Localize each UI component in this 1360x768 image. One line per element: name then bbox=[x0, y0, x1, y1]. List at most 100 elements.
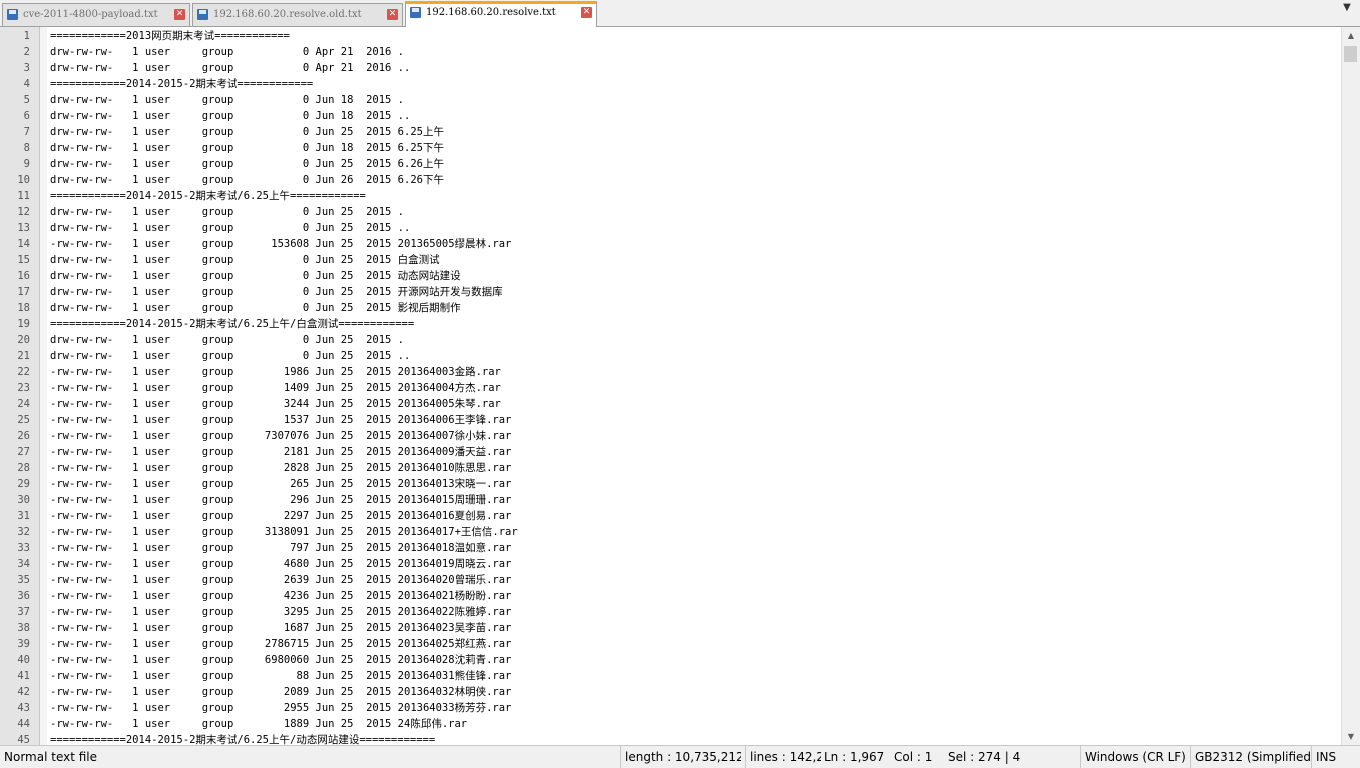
line-text[interactable]: -rw-rw-rw- 1 user group 4680 Jun 25 2015… bbox=[50, 556, 511, 572]
editor-line[interactable]: 12 drw-rw-rw- 1 user group 0 Jun 25 2015 … bbox=[0, 204, 1341, 220]
line-text[interactable]: -rw-rw-rw- 1 user group 1986 Jun 25 2015… bbox=[50, 364, 501, 380]
editor-line[interactable]: 27 -rw-rw-rw- 1 user group 2181 Jun 25 20… bbox=[0, 444, 1341, 460]
line-text[interactable]: -rw-rw-rw- 1 user group 153608 Jun 25 20… bbox=[50, 236, 511, 252]
editor-line[interactable]: 20 drw-rw-rw- 1 user group 0 Jun 25 2015 … bbox=[0, 332, 1341, 348]
text-editor[interactable]: 1 ============2013网页期末考试============ 2 drw-… bbox=[0, 27, 1341, 745]
line-text[interactable]: drw-rw-rw- 1 user group 0 Jun 25 2015 影视… bbox=[50, 300, 461, 316]
editor-line[interactable]: 5 drw-rw-rw- 1 user group 0 Jun 18 2015 . bbox=[0, 92, 1341, 108]
status-eol[interactable]: Windows (CR LF) bbox=[1080, 746, 1186, 768]
editor-line[interactable]: 45 ============2014-2015-2期末考试/6.25上午/动态网… bbox=[0, 732, 1341, 745]
line-text[interactable]: -rw-rw-rw- 1 user group 3138091 Jun 25 2… bbox=[50, 524, 518, 540]
line-text[interactable]: drw-rw-rw- 1 user group 0 Jun 18 2015 6.… bbox=[50, 140, 444, 156]
line-text[interactable]: -rw-rw-rw- 1 user group 2639 Jun 25 2015… bbox=[50, 572, 511, 588]
editor-line[interactable]: 34 -rw-rw-rw- 1 user group 4680 Jun 25 20… bbox=[0, 556, 1341, 572]
close-tab-icon[interactable]: ✕ bbox=[581, 7, 592, 18]
line-text[interactable]: drw-rw-rw- 1 user group 0 Jun 18 2015 .. bbox=[50, 108, 410, 124]
editor-line[interactable]: 7 drw-rw-rw- 1 user group 0 Jun 25 2015 6… bbox=[0, 124, 1341, 140]
editor-line[interactable]: 13 drw-rw-rw- 1 user group 0 Jun 25 2015 … bbox=[0, 220, 1341, 236]
editor-line[interactable]: 41 -rw-rw-rw- 1 user group 88 Jun 25 2015… bbox=[0, 668, 1341, 684]
editor-line[interactable]: 21 drw-rw-rw- 1 user group 0 Jun 25 2015 … bbox=[0, 348, 1341, 364]
editor-line[interactable]: 29 -rw-rw-rw- 1 user group 265 Jun 25 201… bbox=[0, 476, 1341, 492]
line-text[interactable]: ============2014-2015-2期末考试/6.25上午/白盒测试=… bbox=[50, 316, 414, 332]
line-text[interactable]: drw-rw-rw- 1 user group 0 Apr 21 2016 .. bbox=[50, 60, 410, 76]
editor-line[interactable]: 37 -rw-rw-rw- 1 user group 3295 Jun 25 20… bbox=[0, 604, 1341, 620]
editor-line[interactable]: 11 ============2014-2015-2期末考试/6.25上午====… bbox=[0, 188, 1341, 204]
editor-line[interactable]: 38 -rw-rw-rw- 1 user group 1687 Jun 25 20… bbox=[0, 620, 1341, 636]
editor-line[interactable]: 22 -rw-rw-rw- 1 user group 1986 Jun 25 20… bbox=[0, 364, 1341, 380]
editor-line[interactable]: 6 drw-rw-rw- 1 user group 0 Jun 18 2015 .… bbox=[0, 108, 1341, 124]
editor-line[interactable]: 30 -rw-rw-rw- 1 user group 296 Jun 25 201… bbox=[0, 492, 1341, 508]
editor-line[interactable]: 14 -rw-rw-rw- 1 user group 153608 Jun 25 … bbox=[0, 236, 1341, 252]
editor-line[interactable]: 1 ============2013网页期末考试============ bbox=[0, 28, 1341, 44]
line-text[interactable]: -rw-rw-rw- 1 user group 3244 Jun 25 2015… bbox=[50, 396, 501, 412]
editor-line[interactable]: 26 -rw-rw-rw- 1 user group 7307076 Jun 25… bbox=[0, 428, 1341, 444]
tab-resolve-old[interactable]: 192.168.60.20.resolve.old.txt ✕ bbox=[192, 3, 403, 26]
editor-line[interactable]: 28 -rw-rw-rw- 1 user group 2828 Jun 25 20… bbox=[0, 460, 1341, 476]
close-tab-icon[interactable]: ✕ bbox=[387, 9, 398, 20]
editor-line[interactable]: 44 -rw-rw-rw- 1 user group 1889 Jun 25 20… bbox=[0, 716, 1341, 732]
line-text[interactable]: -rw-rw-rw- 1 user group 2828 Jun 25 2015… bbox=[50, 460, 511, 476]
editor-line[interactable]: 24 -rw-rw-rw- 1 user group 3244 Jun 25 20… bbox=[0, 396, 1341, 412]
line-text[interactable]: -rw-rw-rw- 1 user group 265 Jun 25 2015 … bbox=[50, 476, 511, 492]
editor-line[interactable]: 17 drw-rw-rw- 1 user group 0 Jun 25 2015 … bbox=[0, 284, 1341, 300]
line-text[interactable]: -rw-rw-rw- 1 user group 2786715 Jun 25 2… bbox=[50, 636, 511, 652]
editor-line[interactable]: 42 -rw-rw-rw- 1 user group 2089 Jun 25 20… bbox=[0, 684, 1341, 700]
line-text[interactable]: -rw-rw-rw- 1 user group 2089 Jun 25 2015… bbox=[50, 684, 511, 700]
line-text[interactable]: ============2014-2015-2期末考试/6.25上午/动态网站建… bbox=[50, 732, 435, 745]
editor-line[interactable]: 8 drw-rw-rw- 1 user group 0 Jun 18 2015 6… bbox=[0, 140, 1341, 156]
vertical-scrollbar[interactable]: ▲ ▼ bbox=[1341, 27, 1360, 745]
line-text[interactable]: drw-rw-rw- 1 user group 0 Apr 21 2016 . bbox=[50, 44, 404, 60]
line-text[interactable]: -rw-rw-rw- 1 user group 3295 Jun 25 2015… bbox=[50, 604, 511, 620]
editor-line[interactable]: 15 drw-rw-rw- 1 user group 0 Jun 25 2015 … bbox=[0, 252, 1341, 268]
editor-line[interactable]: 25 -rw-rw-rw- 1 user group 1537 Jun 25 20… bbox=[0, 412, 1341, 428]
line-text[interactable]: -rw-rw-rw- 1 user group 296 Jun 25 2015 … bbox=[50, 492, 511, 508]
line-text[interactable]: -rw-rw-rw- 1 user group 1537 Jun 25 2015… bbox=[50, 412, 511, 428]
editor-line[interactable]: 4 ============2014-2015-2期末考试============ bbox=[0, 76, 1341, 92]
line-text[interactable]: -rw-rw-rw- 1 user group 6980060 Jun 25 2… bbox=[50, 652, 511, 668]
line-text[interactable]: -rw-rw-rw- 1 user group 1409 Jun 25 2015… bbox=[50, 380, 501, 396]
line-text[interactable]: -rw-rw-rw- 1 user group 2181 Jun 25 2015… bbox=[50, 444, 511, 460]
line-text[interactable]: ============2013网页期末考试============ bbox=[50, 28, 290, 44]
editor-line[interactable]: 3 drw-rw-rw- 1 user group 0 Apr 21 2016 .… bbox=[0, 60, 1341, 76]
line-text[interactable]: ============2014-2015-2期末考试============ bbox=[50, 76, 313, 92]
line-text[interactable]: drw-rw-rw- 1 user group 0 Jun 25 2015 动态… bbox=[50, 268, 461, 284]
editor-line[interactable]: 40 -rw-rw-rw- 1 user group 6980060 Jun 25… bbox=[0, 652, 1341, 668]
line-text[interactable]: -rw-rw-rw- 1 user group 2955 Jun 25 2015… bbox=[50, 700, 511, 716]
tab-cve-2011-4800-payload[interactable]: cve-2011-4800-payload.txt ✕ bbox=[2, 3, 190, 26]
line-text[interactable]: drw-rw-rw- 1 user group 0 Jun 25 2015 6.… bbox=[50, 124, 444, 140]
line-text[interactable]: -rw-rw-rw- 1 user group 88 Jun 25 2015 2… bbox=[50, 668, 511, 684]
editor-line[interactable]: 35 -rw-rw-rw- 1 user group 2639 Jun 25 20… bbox=[0, 572, 1341, 588]
editor-line[interactable]: 23 -rw-rw-rw- 1 user group 1409 Jun 25 20… bbox=[0, 380, 1341, 396]
editor-line[interactable]: 36 -rw-rw-rw- 1 user group 4236 Jun 25 20… bbox=[0, 588, 1341, 604]
line-text[interactable]: drw-rw-rw- 1 user group 0 Jun 25 2015 .. bbox=[50, 348, 410, 364]
line-text[interactable]: -rw-rw-rw- 1 user group 7307076 Jun 25 2… bbox=[50, 428, 511, 444]
line-text[interactable]: -rw-rw-rw- 1 user group 2297 Jun 25 2015… bbox=[50, 508, 511, 524]
line-text[interactable]: ============2014-2015-2期末考试/6.25上午======… bbox=[50, 188, 366, 204]
line-text[interactable]: drw-rw-rw- 1 user group 0 Jun 25 2015 6.… bbox=[50, 156, 444, 172]
line-text[interactable]: drw-rw-rw- 1 user group 0 Jun 25 2015 . bbox=[50, 332, 404, 348]
editor-line[interactable]: 32 -rw-rw-rw- 1 user group 3138091 Jun 25… bbox=[0, 524, 1341, 540]
editor-line[interactable]: 33 -rw-rw-rw- 1 user group 797 Jun 25 201… bbox=[0, 540, 1341, 556]
editor-line[interactable]: 10 drw-rw-rw- 1 user group 0 Jun 26 2015 … bbox=[0, 172, 1341, 188]
line-text[interactable]: drw-rw-rw- 1 user group 0 Jun 25 2015 . bbox=[50, 204, 404, 220]
status-encoding[interactable]: GB2312 (Simplified) bbox=[1190, 746, 1311, 768]
editor-line[interactable]: 16 drw-rw-rw- 1 user group 0 Jun 25 2015 … bbox=[0, 268, 1341, 284]
scroll-up-arrow-icon[interactable]: ▲ bbox=[1342, 27, 1360, 44]
line-text[interactable]: -rw-rw-rw- 1 user group 1687 Jun 25 2015… bbox=[50, 620, 511, 636]
line-text[interactable]: drw-rw-rw- 1 user group 0 Jun 18 2015 . bbox=[50, 92, 404, 108]
editor-line[interactable]: 43 -rw-rw-rw- 1 user group 2955 Jun 25 20… bbox=[0, 700, 1341, 716]
line-text[interactable]: drw-rw-rw- 1 user group 0 Jun 25 2015 .. bbox=[50, 220, 410, 236]
scroll-thumb[interactable] bbox=[1344, 46, 1357, 62]
line-text[interactable]: -rw-rw-rw- 1 user group 4236 Jun 25 2015… bbox=[50, 588, 511, 604]
line-text[interactable]: -rw-rw-rw- 1 user group 797 Jun 25 2015 … bbox=[50, 540, 511, 556]
tab-list-menu-icon[interactable]: ▼ bbox=[1340, 2, 1354, 14]
line-text[interactable]: drw-rw-rw- 1 user group 0 Jun 26 2015 6.… bbox=[50, 172, 444, 188]
line-text[interactable]: drw-rw-rw- 1 user group 0 Jun 25 2015 开源… bbox=[50, 284, 503, 300]
editor-line[interactable]: 2 drw-rw-rw- 1 user group 0 Apr 21 2016 . bbox=[0, 44, 1341, 60]
editor-line[interactable]: 39 -rw-rw-rw- 1 user group 2786715 Jun 25… bbox=[0, 636, 1341, 652]
editor-line[interactable]: 19 ============2014-2015-2期末考试/6.25上午/白盒测… bbox=[0, 316, 1341, 332]
editor-line[interactable]: 18 drw-rw-rw- 1 user group 0 Jun 25 2015 … bbox=[0, 300, 1341, 316]
scroll-down-arrow-icon[interactable]: ▼ bbox=[1342, 728, 1360, 745]
line-text[interactable]: drw-rw-rw- 1 user group 0 Jun 25 2015 白盒… bbox=[50, 252, 440, 268]
line-text[interactable]: -rw-rw-rw- 1 user group 1889 Jun 25 2015… bbox=[50, 716, 467, 732]
